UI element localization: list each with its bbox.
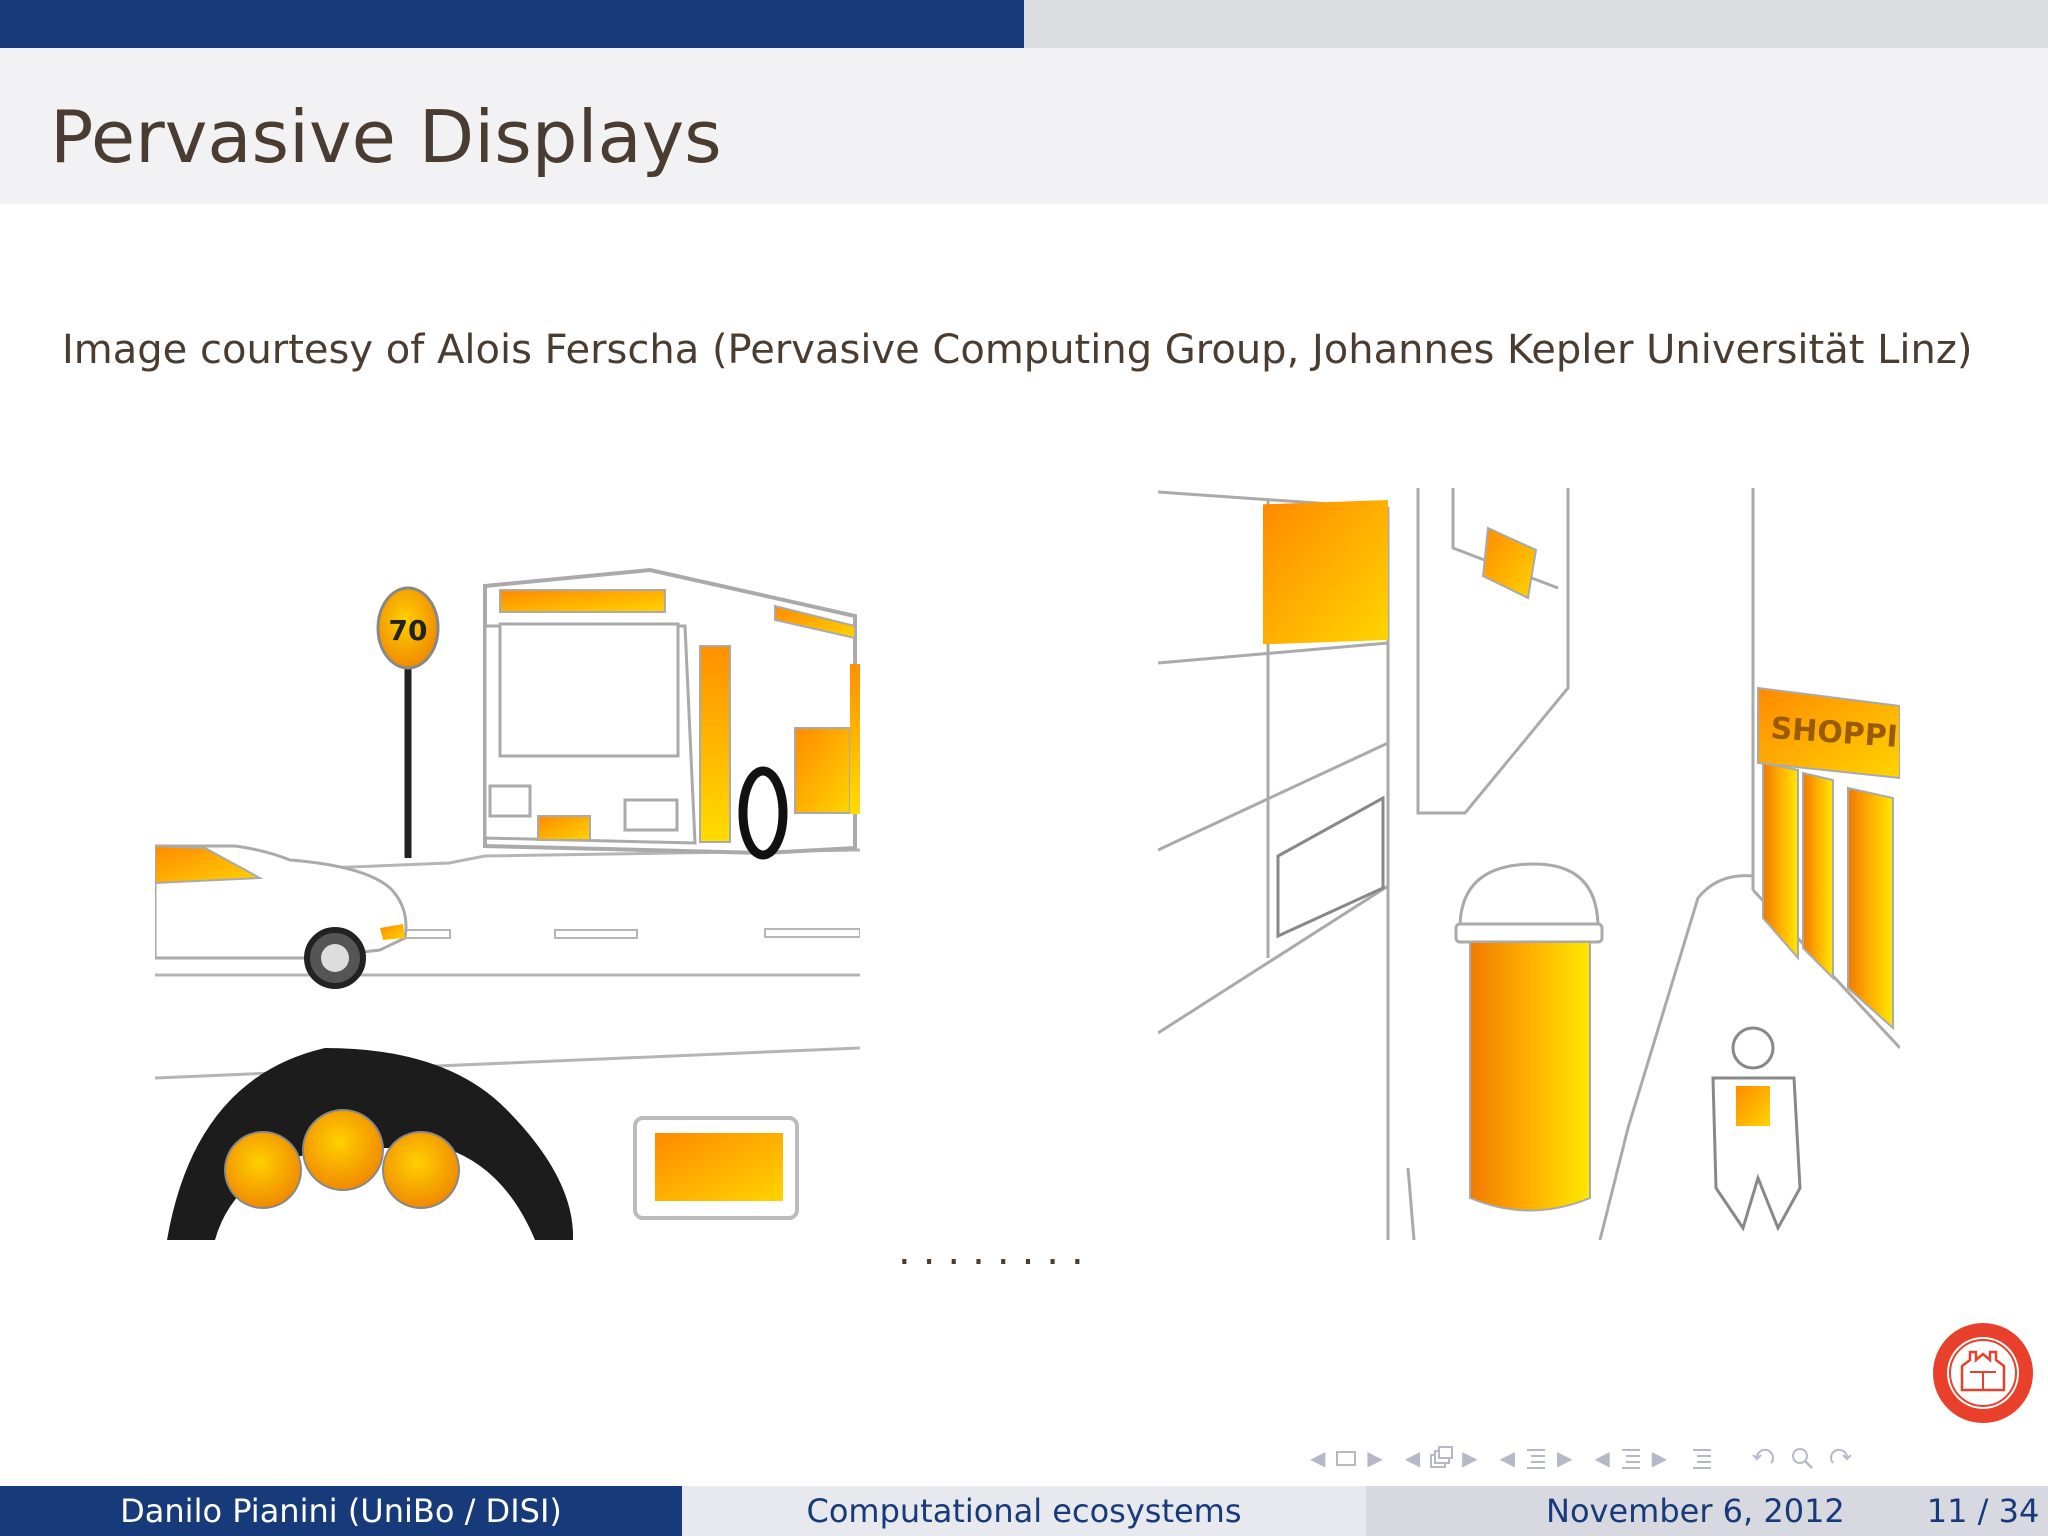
speed-sign-label: 70	[389, 614, 428, 647]
pedestrian-scene-drawing: SHOPPING	[1158, 488, 1900, 1240]
street-scene-drawing: 70	[155, 567, 860, 1240]
university-seal-icon	[1932, 1322, 2034, 1424]
subsection-prev-arrow-icon[interactable]: ◀	[1405, 1446, 1420, 1470]
subsection-next-arrow-icon[interactable]: ▶	[1462, 1446, 1477, 1470]
frame-prev-arrow-icon[interactable]: ◀	[1310, 1446, 1325, 1470]
footer-talk-title: Computational ecosystems	[806, 1492, 1242, 1530]
frame-next-arrow-icon[interactable]: ▶	[1367, 1446, 1382, 1470]
slide-navigation-bar: ◀ ▶ ◀ ▶ ◀ ▶ ◀ ▶	[1310, 1440, 1853, 1476]
footer-date-panel: November 6, 2012 11 / 34	[1366, 1486, 2048, 1536]
footer-date: November 6, 2012	[1546, 1492, 1845, 1530]
section-next-arrow-icon[interactable]: ▶	[1557, 1446, 1572, 1470]
footer-title-panel: Computational ecosystems	[682, 1486, 1366, 1536]
frame-navigation: ◀ ▶	[1310, 1445, 1383, 1471]
redo-icon[interactable]	[1827, 1445, 1853, 1471]
progress-bar-fill	[0, 0, 1024, 48]
continuation-ellipsis: ........	[898, 1228, 1096, 1274]
progress-bar	[0, 0, 2048, 48]
section-prev-arrow-icon[interactable]: ◀	[1500, 1446, 1515, 1470]
presentation-prev-arrow-icon[interactable]: ◀	[1594, 1446, 1609, 1470]
slide-footer: Danilo Pianini (UniBo / DISI) Computatio…	[0, 1486, 2048, 1536]
presentation-next-arrow-icon[interactable]: ▶	[1652, 1446, 1667, 1470]
toc-icon[interactable]	[1689, 1445, 1715, 1471]
subsection-navigation: ◀ ▶	[1405, 1445, 1478, 1471]
subsection-nav-icon[interactable]	[1428, 1445, 1454, 1471]
search-controls	[1751, 1445, 1853, 1471]
undo-icon[interactable]	[1751, 1445, 1777, 1471]
footer-author-panel: Danilo Pianini (UniBo / DISI)	[0, 1486, 682, 1536]
pedestrian-scene-illustration: SHOPPING	[1158, 488, 1900, 1240]
presentation-navigation: ◀ ▶	[1594, 1445, 1667, 1471]
frame-nav-icon[interactable]	[1333, 1445, 1359, 1471]
footer-author: Danilo Pianini (UniBo / DISI)	[120, 1492, 562, 1530]
section-navigation: ◀ ▶	[1500, 1445, 1573, 1471]
search-icon[interactable]	[1789, 1445, 1815, 1471]
footer-page-number: 11 / 34	[1926, 1492, 2040, 1530]
street-scene-illustration: 70	[155, 488, 860, 1240]
presentation-nav-icon[interactable]	[1618, 1445, 1644, 1471]
image-caption: Image courtesy of Alois Ferscha (Pervasi…	[62, 327, 1973, 373]
slide-title: Pervasive Displays	[50, 95, 722, 179]
section-nav-icon[interactable]	[1523, 1445, 1549, 1471]
